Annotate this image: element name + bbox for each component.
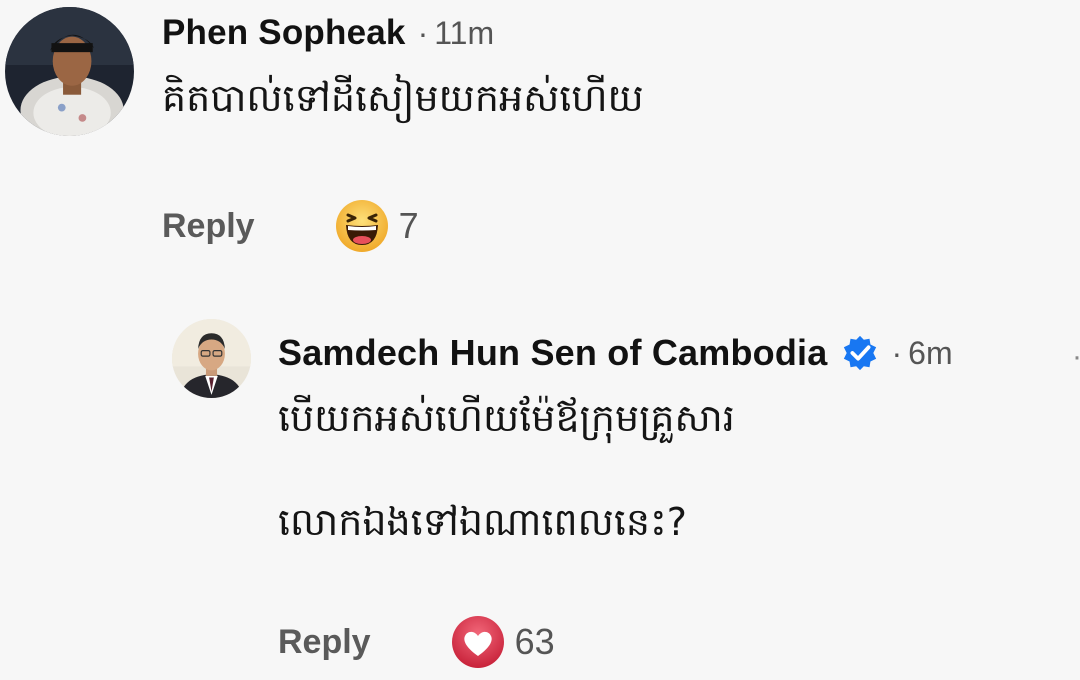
- author-name[interactable]: Phen Sopheak: [162, 13, 406, 53]
- reply-button[interactable]: Reply: [162, 207, 255, 246]
- haha-emoji-icon: [335, 199, 389, 253]
- comment-header: Samdech Hun Sen of Cambodia · 6m: [278, 326, 953, 380]
- separator-dot: ·: [417, 14, 429, 51]
- comment-actions: Reply 7: [162, 196, 419, 256]
- reaction-summary[interactable]: 63: [451, 615, 555, 669]
- timestamp[interactable]: 6m: [908, 335, 952, 372]
- reaction-count: 7: [398, 205, 419, 246]
- comment-thread: Phen Sopheak · 11m គិតបាល់ទៅដីសៀមយកអស់ហើ…: [0, 0, 1080, 680]
- avatar[interactable]: [5, 7, 134, 136]
- verified-badge-icon: [841, 334, 879, 372]
- love-heart-icon: [451, 615, 505, 669]
- timestamp[interactable]: 11m: [434, 15, 494, 52]
- reaction-count: 63: [514, 621, 555, 662]
- comment-text: គិតបាល់ទៅដីសៀមយកអស់ហើយ: [162, 76, 644, 120]
- author-name[interactable]: Samdech Hun Sen of Cambodia: [278, 332, 827, 374]
- reaction-summary[interactable]: 7: [335, 199, 419, 253]
- comment-text-line: លោកឯងទៅឯណាពេលនេះ?: [278, 500, 687, 544]
- avatar-photo-icon: [172, 319, 251, 398]
- comment-text-line: បើយកអស់ហើយម៉ែឪក្រុមគ្រួសារ: [278, 396, 735, 440]
- avatar-photo-icon: [5, 7, 134, 136]
- separator-dot: ·: [1072, 340, 1080, 374]
- comment-actions: Reply 63: [278, 612, 555, 672]
- avatar[interactable]: [172, 319, 251, 398]
- separator-dot: ·: [891, 334, 903, 371]
- comment-header: Phen Sopheak · 11m: [162, 8, 494, 58]
- reply-button[interactable]: Reply: [278, 623, 371, 662]
